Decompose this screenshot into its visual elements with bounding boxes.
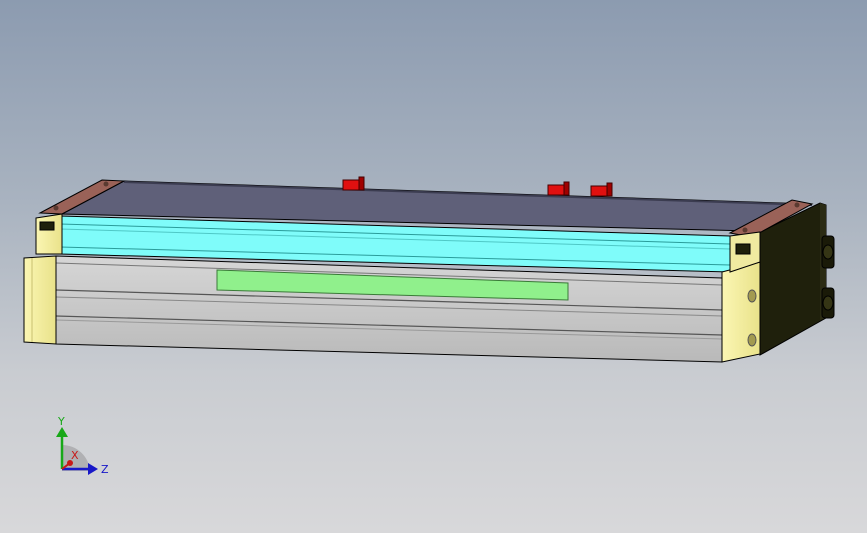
triad-x-label: X (71, 449, 79, 462)
y-axis-arrow (56, 427, 68, 437)
base-rail-body[interactable] (55, 255, 723, 363)
linear-module-3d-model[interactable] (0, 0, 867, 533)
left-end-cap-upper[interactable] (35, 213, 63, 255)
triad-y-label: Y (57, 415, 65, 428)
z-axis-arrow (88, 463, 98, 475)
triad-z-label: Z (101, 463, 109, 476)
left-end-cap[interactable] (23, 255, 57, 345)
red-sensor-clip[interactable] (590, 182, 613, 197)
graphics-viewport[interactable]: Y Z X (0, 0, 867, 533)
red-sensor-clip[interactable] (342, 176, 365, 191)
red-sensor-clip[interactable] (547, 181, 570, 196)
orientation-triad[interactable]: Y Z X (40, 405, 120, 485)
